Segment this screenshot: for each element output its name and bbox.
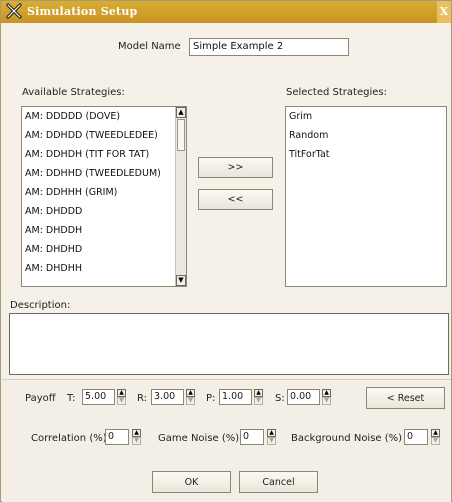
available-list-scrollbar[interactable]: ▲ ▼ <box>175 107 186 286</box>
list-item[interactable]: Grim <box>286 107 446 126</box>
triangle-up-icon[interactable]: ▲ <box>322 389 331 397</box>
triangle-up-icon[interactable]: ▲ <box>117 389 126 397</box>
panel-divider <box>2 379 451 380</box>
list-item[interactable]: AM: DHDHD <box>22 240 186 259</box>
cancel-button[interactable]: Cancel <box>239 471 318 493</box>
close-button[interactable]: X <box>437 1 451 23</box>
list-item[interactable]: AM: DHDDH <box>22 221 186 240</box>
available-strategies-list[interactable]: AM: DDDDD (DOVE) AM: DDHDD (TWEEDLEDEE) AM… <box>21 106 187 287</box>
payoff-p-label: P: <box>206 393 216 404</box>
list-item[interactable]: AM: DDDDD (DOVE) <box>22 107 186 126</box>
payoff-label: Payoff <box>25 393 56 404</box>
ok-button[interactable]: OK <box>152 471 231 493</box>
title-bar[interactable]: Simulation Setup X <box>1 1 451 23</box>
description-textarea[interactable] <box>9 313 449 375</box>
triangle-down-icon[interactable]: ▼ <box>132 437 141 445</box>
description-label: Description: <box>10 300 71 311</box>
payoff-t-spinner[interactable]: 5.00 ▲ ▼ <box>82 389 128 405</box>
background-noise-spinner[interactable]: 0 ▲ ▼ <box>404 429 446 445</box>
payoff-t-field[interactable]: 5.00 <box>82 389 115 405</box>
triangle-down-icon[interactable]: ▼ <box>431 437 440 445</box>
correlation-label: Correlation (%) <box>31 433 107 444</box>
background-noise-field[interactable]: 0 <box>404 429 428 445</box>
payoff-s-spinner[interactable]: 0.00 ▲ ▼ <box>287 389 333 405</box>
triangle-up-icon[interactable]: ▲ <box>431 429 440 437</box>
list-item[interactable]: AM: DDHDH (TIT FOR TAT) <box>22 145 186 164</box>
triangle-down-icon[interactable]: ▼ <box>186 397 195 405</box>
selected-strategies-list[interactable]: Grim Random TitForTat <box>285 106 447 287</box>
correlation-spinner[interactable]: 0 ▲ ▼ <box>105 429 147 445</box>
available-strategies-label: Available Strategies: <box>22 87 125 98</box>
scroll-down-arrow-icon[interactable]: ▼ <box>176 275 186 286</box>
game-noise-spinner[interactable]: 0 ▲ ▼ <box>240 429 282 445</box>
model-name-label: Model Name <box>118 41 181 52</box>
triangle-up-icon[interactable]: ▲ <box>267 429 276 437</box>
list-item[interactable]: AM: DDHHH (GRIM) <box>22 183 186 202</box>
selected-strategies-label: Selected Strategies: <box>286 87 387 98</box>
remove-strategy-button[interactable]: << <box>198 189 273 210</box>
add-strategy-button[interactable]: >> <box>198 157 273 178</box>
reset-button[interactable]: < Reset <box>366 387 445 409</box>
scrollbar-thumb[interactable] <box>177 119 185 151</box>
background-noise-label: Background Noise (%) <box>291 433 403 444</box>
list-item[interactable]: TitForTat <box>286 145 446 164</box>
game-noise-field[interactable]: 0 <box>240 429 264 445</box>
list-item[interactable]: AM: DHDHH <box>22 259 186 278</box>
window-title: Simulation Setup <box>27 5 138 18</box>
simulation-setup-window: Simulation Setup X Model Name Simple Exa… <box>0 0 452 502</box>
correlation-field[interactable]: 0 <box>105 429 129 445</box>
model-name-input[interactable]: Simple Example 2 <box>189 38 349 56</box>
triangle-up-icon[interactable]: ▲ <box>186 389 195 397</box>
payoff-r-spinner[interactable]: 3.00 ▲ ▼ <box>151 389 197 405</box>
list-item[interactable]: AM: DDHHD (TWEEDLEDUM) <box>22 164 186 183</box>
triangle-up-icon[interactable]: ▲ <box>132 429 141 437</box>
x-logo-icon <box>6 3 22 19</box>
triangle-down-icon[interactable]: ▼ <box>117 397 126 405</box>
payoff-r-label: R: <box>137 393 148 404</box>
payoff-s-field[interactable]: 0.00 <box>287 389 320 405</box>
payoff-s-label: S: <box>275 393 285 404</box>
triangle-down-icon[interactable]: ▼ <box>254 397 263 405</box>
list-item[interactable]: AM: DDHDD (TWEEDLEDEE) <box>22 126 186 145</box>
game-noise-label: Game Noise (%) <box>158 433 240 444</box>
payoff-p-field[interactable]: 1.00 <box>219 389 252 405</box>
list-item[interactable]: AM: DHDDD <box>22 202 186 221</box>
scroll-up-arrow-icon[interactable]: ▲ <box>176 107 186 118</box>
payoff-r-field[interactable]: 3.00 <box>151 389 184 405</box>
triangle-down-icon[interactable]: ▼ <box>322 397 331 405</box>
triangle-up-icon[interactable]: ▲ <box>254 389 263 397</box>
list-item[interactable]: Random <box>286 126 446 145</box>
payoff-p-spinner[interactable]: 1.00 ▲ ▼ <box>219 389 265 405</box>
payoff-t-label: T: <box>67 393 76 404</box>
triangle-down-icon[interactable]: ▼ <box>267 437 276 445</box>
